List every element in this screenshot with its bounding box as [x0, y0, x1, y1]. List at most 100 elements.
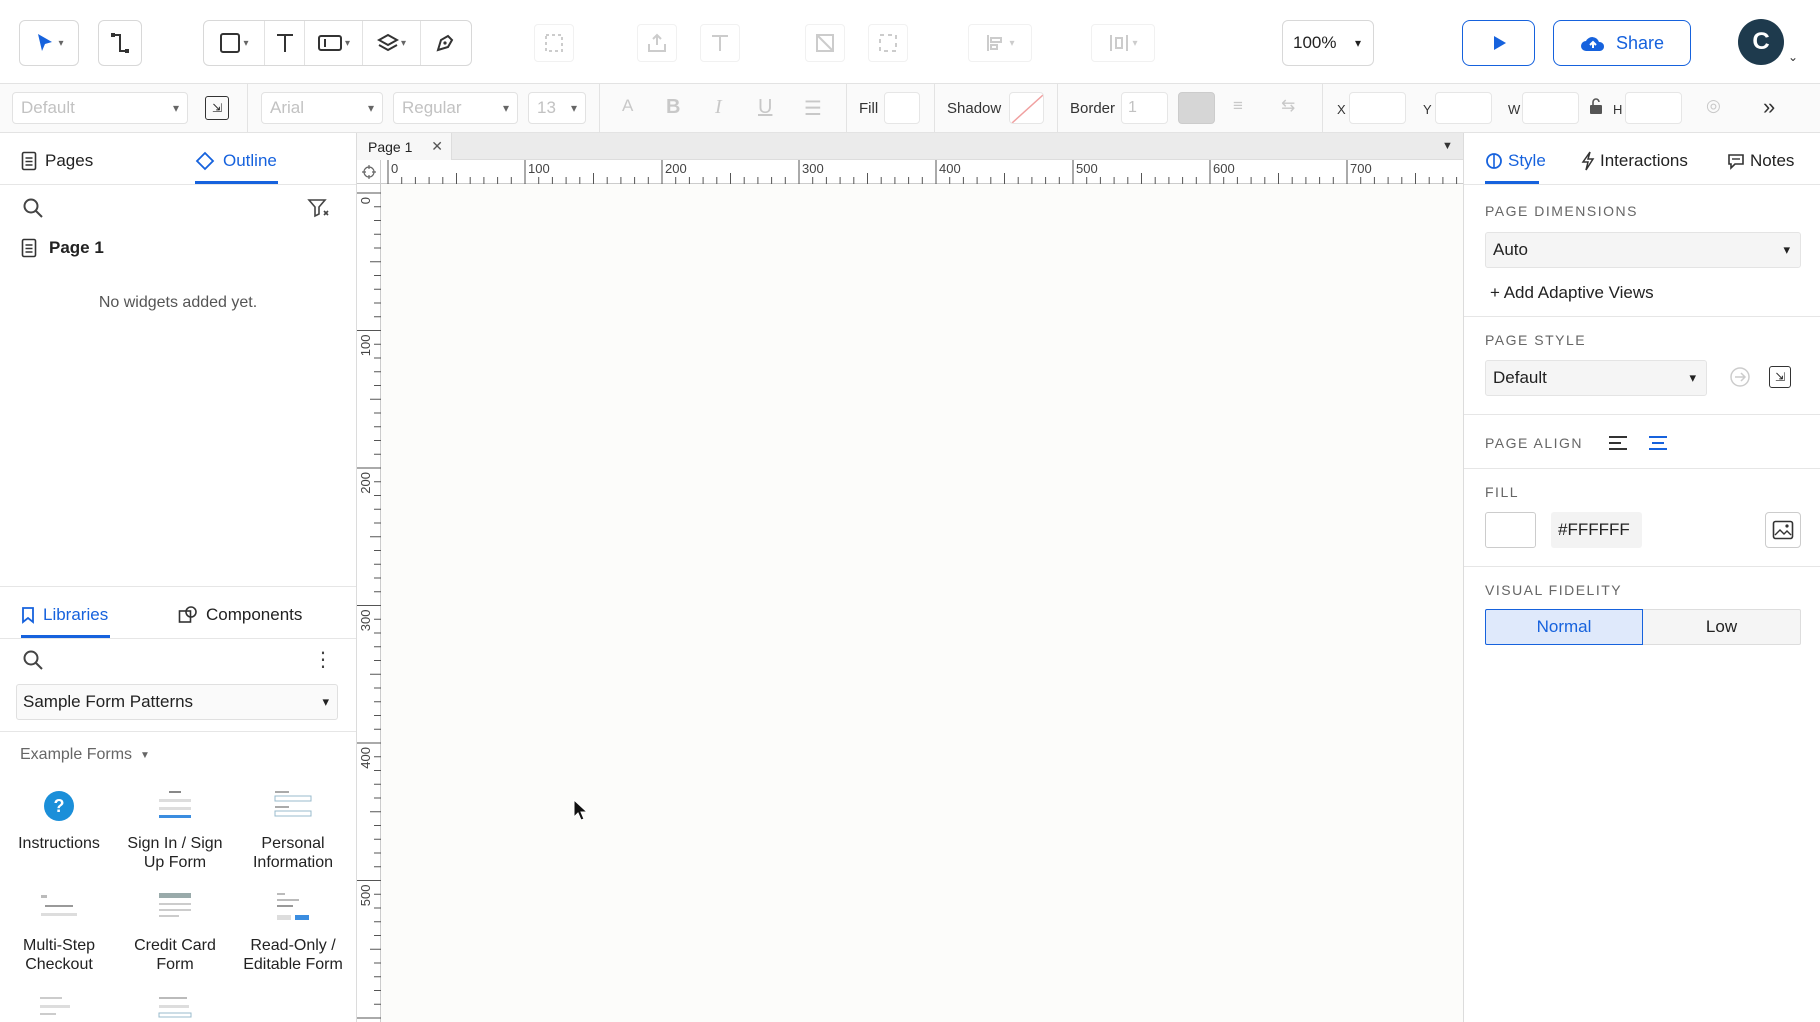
shadow-swatch[interactable]	[1009, 92, 1044, 124]
ruler-corner[interactable]	[357, 160, 381, 184]
w-input[interactable]	[1522, 92, 1579, 124]
font-select[interactable]: Arial ▾	[261, 92, 383, 124]
share-button[interactable]: Share	[1553, 20, 1691, 66]
left-panel: Pages Outline Page 1 No widgets added ye…	[0, 133, 357, 1022]
chevron-down-icon: ▾	[1689, 370, 1696, 385]
canvas-area[interactable]: Page 1 ✕ ▼ 0 100 200 300 400 500 600 700 0 100 20…	[357, 133, 1463, 1022]
tab-libraries-label: Libraries	[43, 605, 109, 624]
x-input[interactable]	[1349, 92, 1406, 124]
outline-page-item[interactable]: Page 1	[21, 238, 104, 258]
widget-multi-step-checkout[interactable]: Multi-Step Checkout	[0, 888, 118, 974]
note-icon	[1727, 152, 1745, 170]
pointer-icon	[34, 32, 56, 54]
h-input[interactable]	[1625, 92, 1682, 124]
style-select[interactable]: Default ▾	[12, 92, 188, 124]
connector-tool-button[interactable]	[98, 20, 142, 66]
account-chevron-icon[interactable]: ⌄	[1788, 50, 1798, 64]
widget-personal-information[interactable]: Personal Information	[234, 786, 352, 872]
send-back-button[interactable]	[700, 24, 740, 62]
edit-page-style-icon[interactable]: ⇲	[1769, 366, 1791, 388]
library-search-icon[interactable]	[22, 649, 44, 671]
shadow-label: Shadow	[947, 100, 1002, 117]
chevron-down-icon: ▾	[570, 101, 577, 115]
w-label: W	[1508, 102, 1521, 117]
zoom-value: 100%	[1293, 33, 1337, 52]
avatar[interactable]: C	[1738, 19, 1784, 65]
align-center-icon[interactable]	[1647, 434, 1669, 452]
page-tab[interactable]: Page 1 ✕	[357, 133, 452, 160]
pen-tool-button[interactable]	[420, 21, 468, 65]
horizontal-ruler-ticks: 0 100 200 300 400 500 600 700	[387, 160, 1458, 184]
expand-panel-icon[interactable]: »	[1763, 94, 1775, 120]
add-adaptive-views-link[interactable]: + Add Adaptive Views	[1490, 283, 1654, 303]
search-icon[interactable]	[22, 197, 44, 219]
weight-select[interactable]: Regular ▾	[393, 92, 518, 124]
lock-icon[interactable]	[1588, 97, 1604, 115]
preview-button[interactable]	[1462, 20, 1535, 66]
tab-style[interactable]: Style	[1485, 151, 1546, 171]
tab-libraries[interactable]: Libraries	[21, 605, 108, 625]
tab-outline[interactable]: Outline	[195, 151, 277, 171]
fill-swatch[interactable]	[884, 92, 920, 124]
tab-pages[interactable]: Pages	[21, 151, 93, 171]
fill-image-icon[interactable]	[1765, 512, 1801, 548]
fill-heading: FILL	[1485, 484, 1520, 500]
font-size-select[interactable]: 13 ▾	[528, 92, 586, 124]
close-icon[interactable]: ✕	[431, 138, 443, 155]
text-icon	[274, 32, 296, 54]
border-style-icon[interactable]: ≡	[1233, 96, 1243, 116]
italic-icon[interactable]: I	[715, 96, 722, 119]
font-color-icon[interactable]: A	[622, 96, 633, 116]
widget-read-only-editable-form[interactable]: Read-Only / Editable Form	[234, 888, 352, 974]
border-color-swatch[interactable]	[1178, 92, 1215, 124]
select-tool-button[interactable]: ▾	[19, 20, 79, 66]
widget-instructions[interactable]: ? Instructions	[0, 786, 118, 853]
zoom-select[interactable]: 100% ▾	[1282, 20, 1374, 66]
more-options-icon[interactable]: ⋮	[313, 649, 333, 671]
tab-list-chevron-icon[interactable]: ▼	[1442, 140, 1453, 152]
widget-credit-card-form[interactable]: Credit Card Form	[116, 888, 234, 974]
widget-sign-in-form[interactable]: Sign In / Sign Up Form	[116, 786, 234, 872]
example-forms-group[interactable]: Example Forms ▼	[20, 746, 150, 764]
tab-notes[interactable]: Notes	[1727, 151, 1794, 171]
bring-front-button[interactable]	[637, 24, 677, 62]
filter-icon[interactable]	[307, 197, 331, 219]
layers-tool-button[interactable]: ▾	[362, 21, 420, 65]
align-button[interactable]: ▾	[968, 24, 1032, 62]
align-left-icon[interactable]	[1607, 434, 1629, 452]
visibility-icon[interactable]: ◎	[1706, 96, 1721, 116]
underline-icon[interactable]: U	[758, 96, 772, 119]
apply-style-icon[interactable]	[1728, 365, 1752, 389]
horizontal-ruler: 0 100 200 300 400 500 600 700	[381, 160, 1463, 184]
chevron-down-icon: ▾	[1009, 37, 1015, 49]
flip-button[interactable]	[805, 24, 845, 62]
bold-icon[interactable]: B	[666, 96, 680, 119]
edit-style-button[interactable]: ⇲	[205, 96, 229, 120]
y-input[interactable]	[1435, 92, 1492, 124]
distribute-button[interactable]: ▾	[1091, 24, 1155, 62]
ungroup-button[interactable]	[868, 24, 908, 62]
input-tool-button[interactable]: ▾	[304, 21, 362, 65]
fill-hex-input[interactable]: #FFFFFF	[1551, 512, 1642, 548]
group-button[interactable]	[534, 24, 574, 62]
library-select[interactable]: Sample Form Patterns ▾	[16, 684, 338, 720]
fidelity-low-button[interactable]: Low	[1643, 609, 1801, 645]
rectangle-tool-button[interactable]: ▾	[204, 21, 264, 65]
widget-label: Sign In / Sign	[127, 835, 223, 852]
text-tool-button[interactable]	[264, 21, 304, 65]
list-icon[interactable]: ☰	[804, 96, 822, 121]
style-icon	[1485, 152, 1503, 170]
distribute-icon	[1108, 32, 1130, 54]
arrow-style-icon[interactable]: ⇆	[1281, 96, 1295, 116]
ruler-tick-label: 200	[665, 161, 687, 176]
edit-style-icon: ⇲	[211, 101, 223, 115]
tab-interactions[interactable]: Interactions	[1581, 151, 1688, 171]
fill-color-swatch[interactable]	[1485, 512, 1536, 548]
widget-label: Editable Form	[243, 956, 343, 973]
border-width-input[interactable]: 1	[1121, 92, 1168, 124]
arrange-icon	[646, 32, 668, 54]
page-style-select[interactable]: Default ▾	[1485, 360, 1707, 396]
page-dimensions-select[interactable]: Auto ▾	[1485, 232, 1801, 268]
tab-components[interactable]: Components	[178, 605, 302, 625]
fidelity-normal-button[interactable]: Normal	[1485, 609, 1643, 645]
